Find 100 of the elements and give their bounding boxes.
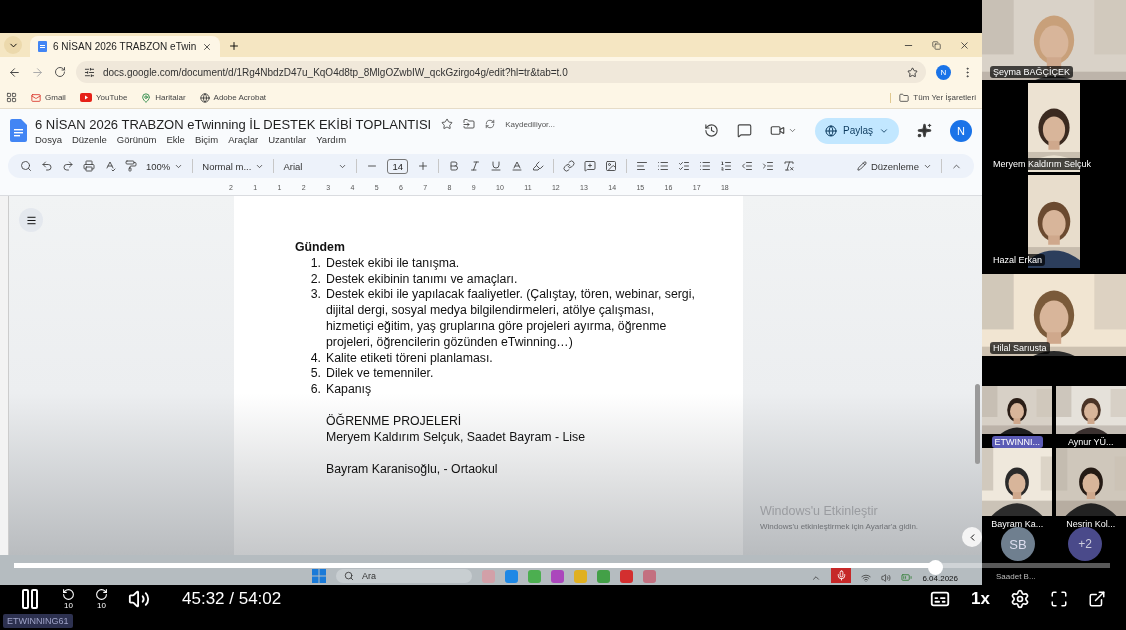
menu-item[interactable]: Düzenle: [71, 133, 107, 145]
microphone-button[interactable]: [831, 568, 852, 583]
progress-track[interactable]: [14, 563, 1110, 568]
font-size-field[interactable]: 14: [387, 158, 408, 174]
checklist-icon[interactable]: [678, 160, 690, 172]
search-icon[interactable]: [20, 160, 32, 172]
font-select[interactable]: Arial: [283, 160, 348, 172]
participant-name: Şeyma BAĞÇİÇEK: [990, 66, 1074, 78]
star-icon[interactable]: [907, 66, 918, 78]
scrollbar-thumb[interactable]: [975, 384, 980, 464]
menu-item[interactable]: Araçlar: [228, 133, 259, 145]
speed-button[interactable]: 1x: [971, 588, 990, 609]
underline-icon[interactable]: [490, 160, 502, 172]
all-bookmarks-link[interactable]: Tüm Yer İşaretleri: [890, 92, 976, 103]
italic-icon[interactable]: [469, 160, 481, 172]
move-folder-icon[interactable]: [463, 118, 476, 130]
site-settings-icon[interactable]: [84, 66, 95, 78]
share-button[interactable]: Paylaş: [815, 117, 899, 144]
list-number: 5.: [309, 366, 322, 383]
sync-icon[interactable]: [485, 119, 496, 129]
participant-name: Hilal Sarıusta: [990, 342, 1050, 354]
caret-icon[interactable]: [788, 126, 797, 135]
menu-item[interactable]: Ekle: [166, 133, 185, 145]
restore-icon[interactable]: [932, 40, 941, 50]
globe-icon: [825, 124, 837, 137]
undo-icon[interactable]: [41, 160, 53, 172]
menu-item[interactable]: Biçim: [194, 133, 219, 145]
list-number: 4.: [309, 350, 322, 367]
document-title[interactable]: 6 NİSAN 2026 TRABZON eTwinning İL DESTEK EKİBİ TOPLANTISI: [35, 116, 432, 132]
link-icon[interactable]: [563, 160, 575, 172]
rewind-button[interactable]: 10: [62, 587, 75, 610]
menu-item[interactable]: Uzantılar: [268, 133, 307, 145]
taskbar-date: 6.04.2026: [922, 574, 958, 583]
line-spacing-icon[interactable]: [657, 160, 669, 172]
pencil-icon: [856, 161, 867, 171]
style-select[interactable]: Normal m...: [202, 160, 265, 172]
tab-list-button[interactable]: [4, 36, 22, 54]
document-line: Meryem Kaldırım Selçuk, Saadet Bayram - Lise: [326, 429, 586, 446]
bookmark-link[interactable]: YouTube: [79, 93, 128, 102]
increase-size-icon[interactable]: [417, 160, 429, 172]
close-icon[interactable]: [959, 39, 970, 51]
tray-icon[interactable]: [811, 573, 822, 583]
star-icon[interactable]: [441, 118, 454, 130]
settings-button[interactable]: [1010, 588, 1030, 609]
align-icon[interactable]: [636, 160, 648, 172]
participant-name: Bayram Ka...: [990, 518, 1045, 530]
volume-icon[interactable]: [881, 573, 892, 583]
bold-icon[interactable]: [448, 160, 460, 172]
open-external-button[interactable]: [1088, 589, 1106, 608]
outline-button[interactable]: [19, 208, 43, 232]
highlighter-icon[interactable]: [532, 160, 544, 172]
sparkle-icon[interactable]: [917, 123, 932, 138]
print-icon[interactable]: [83, 160, 95, 172]
participant-name: Nesrin Kol...: [1065, 518, 1117, 530]
menu-item[interactable]: Görünüm: [116, 133, 157, 145]
profile-avatar[interactable]: N: [936, 64, 951, 80]
bullet-list-icon[interactable]: [699, 160, 711, 172]
map-pin-icon: [141, 92, 152, 103]
redo-icon[interactable]: [62, 160, 74, 172]
menu-item[interactable]: Dosya: [35, 133, 62, 145]
zoom-select[interactable]: 100%: [146, 160, 184, 172]
docs-logo[interactable]: [10, 119, 27, 142]
agenda-item: Kapanış: [326, 382, 373, 398]
bookmark-link[interactable]: Gmail: [31, 92, 66, 103]
address-bar[interactable]: docs.google.com/document/d/1Rg4NbdzD47u_KqO4d8tp_8MlgOZwbIW_qckGzirgo4g/edit?hl=tr&tab=t.0: [76, 61, 926, 83]
close-icon[interactable]: [202, 41, 213, 52]
bookmark-link[interactable]: Adobe Acrobat: [199, 92, 267, 103]
fullscreen-icon: [1050, 589, 1068, 608]
image-icon[interactable]: [605, 160, 617, 172]
comment-icon[interactable]: [737, 123, 752, 138]
forward-icon: [95, 587, 108, 601]
list-icon: [25, 214, 37, 226]
paint-format-icon[interactable]: [125, 160, 137, 172]
editing-mode-select[interactable]: Düzenleme: [856, 160, 932, 172]
browser-tab[interactable]: 6 NİSAN 2026 TRABZON eTwin: [30, 36, 221, 57]
fullscreen-button[interactable]: [1050, 589, 1068, 608]
wifi-icon[interactable]: [861, 573, 872, 583]
clear-format-icon[interactable]: [783, 160, 795, 172]
text-color-icon[interactable]: [511, 160, 523, 172]
forward-button[interactable]: 10: [95, 587, 108, 610]
profile-avatar[interactable]: N: [950, 119, 972, 142]
numbered-list-icon[interactable]: [720, 160, 732, 172]
history-icon[interactable]: [704, 123, 719, 138]
indent-decrease-icon[interactable]: [741, 160, 753, 172]
reload-icon[interactable]: [54, 66, 66, 78]
apps-icon[interactable]: [6, 92, 17, 103]
new-tab-icon[interactable]: [228, 40, 241, 52]
agenda-item: Dilek ve temenniler.: [326, 366, 435, 383]
taskbar-search[interactable]: Ara: [336, 569, 472, 583]
bookmark-link[interactable]: Haritalar: [141, 92, 186, 103]
add-comment-icon[interactable]: [584, 160, 596, 172]
agenda-item: Destek ekibinin tanımı ve amaçları.: [326, 271, 519, 288]
external-link-icon: [1088, 589, 1106, 608]
menu-item[interactable]: Yardım: [316, 133, 347, 145]
indent-increase-icon[interactable]: [762, 160, 774, 172]
spellcheck-icon[interactable]: [104, 160, 116, 172]
back-icon[interactable]: [8, 65, 21, 79]
agenda-heading: Gündem: [295, 240, 346, 256]
start-icon[interactable]: [312, 569, 326, 583]
video-call-icon[interactable]: [770, 123, 785, 138]
